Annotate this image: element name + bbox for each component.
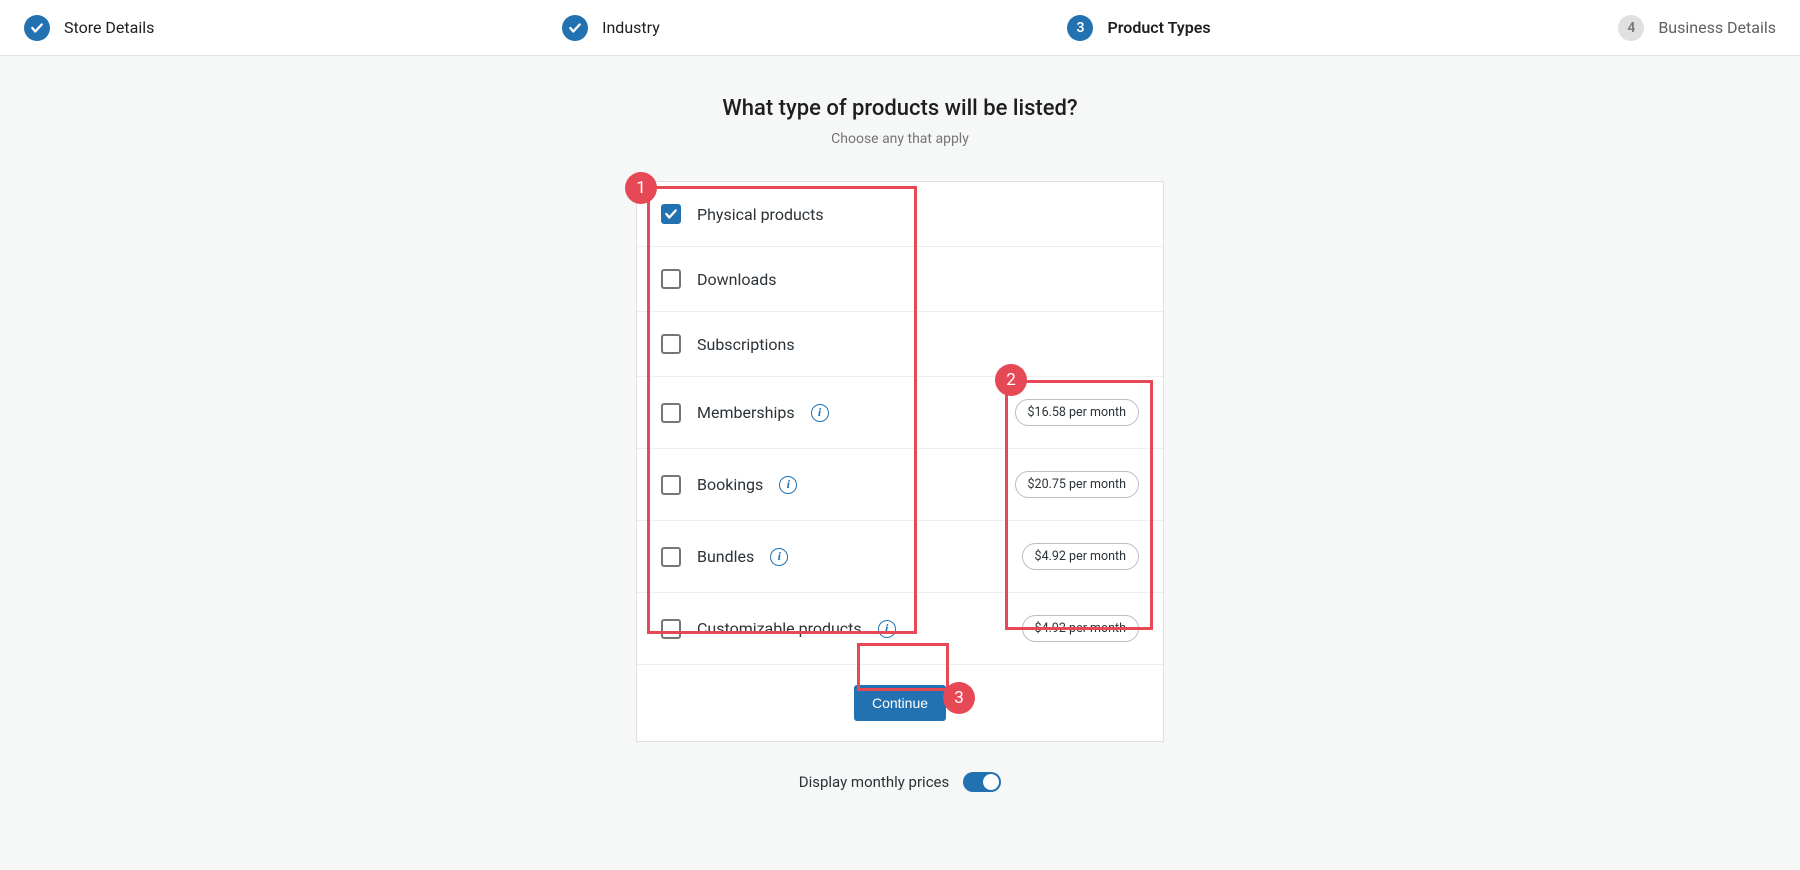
product-row-physical[interactable]: Physical products — [637, 182, 1163, 247]
step-label: Business Details — [1658, 18, 1776, 37]
product-label: Bundles — [697, 547, 754, 566]
price-pill: $4.92 per month — [1022, 615, 1139, 642]
step-product-types[interactable]: 3 Product Types — [1067, 15, 1210, 41]
checkbox[interactable] — [661, 334, 681, 354]
info-icon[interactable]: i — [770, 548, 788, 566]
checkbox[interactable] — [661, 403, 681, 423]
main-content: What type of products will be listed? Ch… — [0, 56, 1800, 792]
product-row-memberships[interactable]: Memberships i $16.58 per month — [637, 377, 1163, 449]
step-business-details[interactable]: 4 Business Details — [1618, 15, 1776, 41]
card-actions: Continue — [637, 665, 1163, 741]
product-row-bookings[interactable]: Bookings i $20.75 per month — [637, 449, 1163, 521]
info-icon[interactable]: i — [811, 404, 829, 422]
step-label: Store Details — [64, 18, 154, 37]
product-label: Bookings — [697, 475, 763, 494]
product-label: Subscriptions — [697, 335, 795, 354]
product-label: Downloads — [697, 270, 776, 289]
product-label: Physical products — [697, 205, 824, 224]
step-store-details[interactable]: Store Details — [24, 15, 154, 41]
checkbox[interactable] — [661, 619, 681, 639]
checkbox[interactable] — [661, 547, 681, 567]
price-pill: $4.92 per month — [1022, 543, 1139, 570]
check-icon — [24, 15, 50, 41]
step-label: Industry — [602, 18, 660, 37]
toggle-label: Display monthly prices — [799, 773, 950, 791]
checkbox[interactable] — [661, 475, 681, 495]
step-industry[interactable]: Industry — [562, 15, 660, 41]
product-types-card: Physical products Downloads Subscription… — [636, 181, 1164, 742]
wizard-stepper: Store Details Industry 3 Product Types 4… — [0, 0, 1800, 56]
annotation-badge-2: 2 — [995, 364, 1027, 396]
product-row-customizable[interactable]: Customizable products i $4.92 per month — [637, 593, 1163, 665]
step-number-icon: 3 — [1067, 15, 1093, 41]
info-icon[interactable]: i — [878, 620, 896, 638]
page-title: What type of products will be listed? — [722, 96, 1077, 121]
page-subtitle: Choose any that apply — [831, 131, 969, 147]
toggle-knob-icon — [983, 774, 999, 790]
display-prices-toggle-row: Display monthly prices — [799, 772, 1002, 792]
annotation-badge-1: 1 — [625, 172, 657, 204]
product-row-subscriptions[interactable]: Subscriptions — [637, 312, 1163, 377]
continue-button[interactable]: Continue — [854, 685, 946, 721]
product-row-bundles[interactable]: Bundles i $4.92 per month — [637, 521, 1163, 593]
product-label: Memberships — [697, 403, 795, 422]
product-row-downloads[interactable]: Downloads — [637, 247, 1163, 312]
price-pill: $16.58 per month — [1015, 399, 1139, 426]
display-prices-toggle[interactable] — [963, 772, 1001, 792]
step-label: Product Types — [1107, 18, 1210, 37]
price-pill: $20.75 per month — [1015, 471, 1139, 498]
product-label: Customizable products — [697, 619, 862, 638]
info-icon[interactable]: i — [779, 476, 797, 494]
checkbox[interactable] — [661, 269, 681, 289]
checkbox[interactable] — [661, 204, 681, 224]
step-number-icon: 4 — [1618, 15, 1644, 41]
check-icon — [562, 15, 588, 41]
annotation-badge-3: 3 — [943, 682, 975, 714]
